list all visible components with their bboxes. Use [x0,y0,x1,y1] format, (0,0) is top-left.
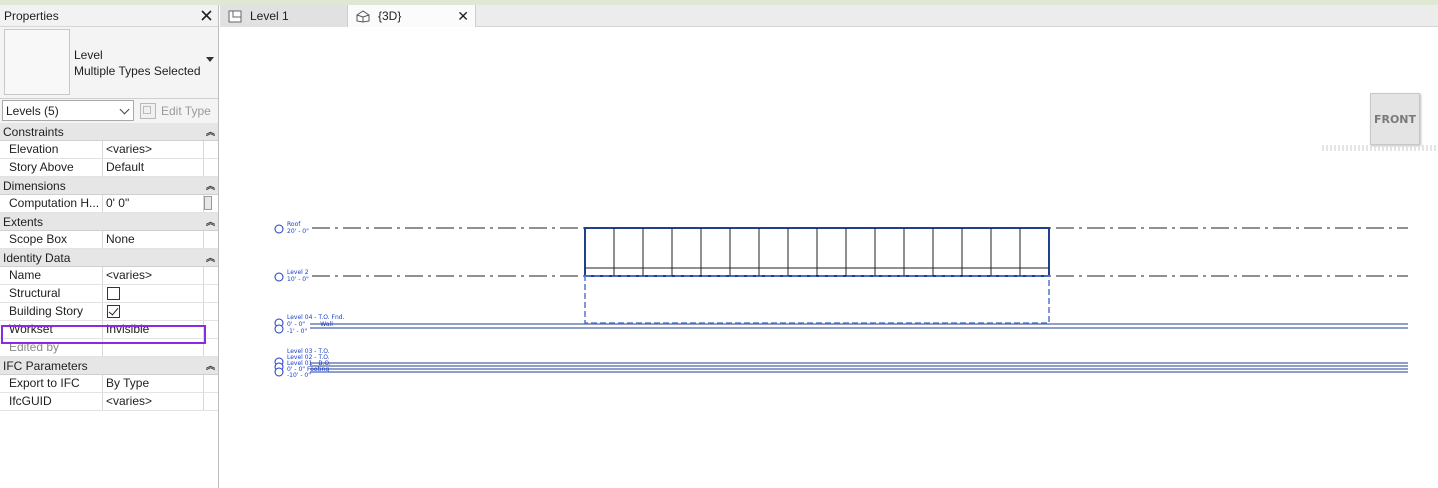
param-value[interactable]: None [103,231,204,248]
param-label: Name [0,267,103,284]
param-label: Edited by [0,339,103,356]
level-label-level-2[interactable]: Level 2 10' - 0" [287,269,309,283]
param-label: IfcGUID [0,393,103,410]
edit-type-button[interactable]: Edit Type [140,101,211,121]
param-value[interactable]: Invisible [103,321,204,338]
group-dimensions[interactable]: Dimensions ︽ [0,177,218,195]
param-row-scope-box[interactable]: Scope Box None [0,231,218,249]
param-value[interactable]: <varies> [103,267,204,284]
group-label: Constraints [3,124,64,139]
param-value[interactable]: Default [103,159,204,176]
param-row-ifcguid[interactable]: IfcGUID <varies> [0,393,218,411]
3d-view-canvas[interactable]: FRONT Roof 20' - 0" Level 2 10' - 0" Lev… [220,27,1438,488]
properties-title: Properties [4,8,59,23]
param-value[interactable]: <varies> [103,141,204,158]
param-value[interactable]: By Type [103,375,204,392]
foundation-wall-hidden [584,275,1050,324]
param-label: Structural [0,285,103,302]
chevron-down-icon [119,104,130,115]
param-label: Scope Box [0,231,103,248]
tab-label: {3D} [378,9,402,23]
group-identity-data[interactable]: Identity Data ︽ [0,249,218,267]
category-filter-value: Levels (5) [6,104,59,118]
building-story-checkbox[interactable] [107,305,120,318]
param-value[interactable]: 0' 0" [103,195,204,212]
group-ifc-parameters[interactable]: IFC Parameters ︽ [0,357,218,375]
level-head-level-2 [274,272,284,282]
collapse-icon[interactable]: ︽ [206,125,215,138]
type-description: Multiple Types Selected [74,64,201,78]
param-label: Computation H... [0,195,103,212]
level-label-roof[interactable]: Roof 20' - 0" [287,221,309,235]
close-tab-icon[interactable]: ✕ [457,8,469,25]
collapse-icon[interactable]: ︽ [206,179,215,192]
collapse-icon[interactable]: ︽ [206,215,215,228]
type-name: Level [74,48,103,62]
param-label: Workset [0,321,103,338]
param-row-export-to-ifc[interactable]: Export to IFC By Type [0,375,218,393]
tab-label: Level 1 [250,9,289,23]
edit-type-label: Edit Type [161,104,211,118]
param-row-building-story[interactable]: Building Story [0,303,218,321]
type-selector[interactable]: Level Multiple Types Selected [0,27,218,99]
3d-house-icon [356,9,370,23]
param-label: Story Above [0,159,103,176]
model-drawing [274,224,1408,377]
tab-level-1[interactable]: Level 1 [220,5,348,27]
edit-type-icon [140,103,156,119]
param-label: Building Story [0,303,103,320]
properties-grid: Constraints ︽ Elevation <varies> Story A… [0,123,218,411]
structural-checkbox[interactable] [107,287,120,300]
group-label: Dimensions [3,178,66,193]
close-icon[interactable] [198,8,214,24]
category-filter-select[interactable]: Levels (5) [2,100,134,121]
group-label: Extents [3,214,44,229]
group-constraints[interactable]: Constraints ︽ [0,123,218,141]
param-value [103,339,204,356]
group-label: Identity Data [3,250,71,265]
level-label-level-03[interactable]: Level 03 - T.O. Level 02 - T.O. Level 01… [287,349,331,379]
level-label-level-04[interactable]: Level 04 - T.O. Fnd. 0' - 0" Wall -1' - … [287,314,344,335]
collapse-icon[interactable]: ︽ [206,251,215,264]
param-row-computation-height[interactable]: Computation H... 0' 0" [0,195,218,213]
group-label: IFC Parameters [3,358,88,373]
level-head-roof [274,224,284,234]
properties-panel: Properties Level Multiple Types Selected… [0,5,219,488]
param-row-story-above[interactable]: Story Above Default [0,159,218,177]
type-thumbnail [4,29,70,95]
param-row-workset[interactable]: Workset Invisible [0,321,218,339]
group-extents[interactable]: Extents ︽ [0,213,218,231]
properties-title-bar: Properties [0,5,218,27]
dropdown-arrow-icon[interactable] [206,57,214,62]
param-row-edited-by: Edited by [0,339,218,357]
tab-3d[interactable]: {3D} ✕ [348,5,476,27]
param-row-structural[interactable]: Structural [0,285,218,303]
collapse-icon[interactable]: ︽ [206,359,215,372]
param-label: Elevation [0,141,103,158]
param-label: Export to IFC [0,375,103,392]
param-value[interactable]: <varies> [103,393,204,410]
view-tab-bar: Level 1 {3D} ✕ [220,5,1438,27]
scrollbar-thumb[interactable] [204,196,212,210]
floor-plan-icon [228,10,242,22]
filter-row: Levels (5) Edit Type [0,99,218,123]
param-row-name[interactable]: Name <varies> [0,267,218,285]
param-row-elevation[interactable]: Elevation <varies> [0,141,218,159]
